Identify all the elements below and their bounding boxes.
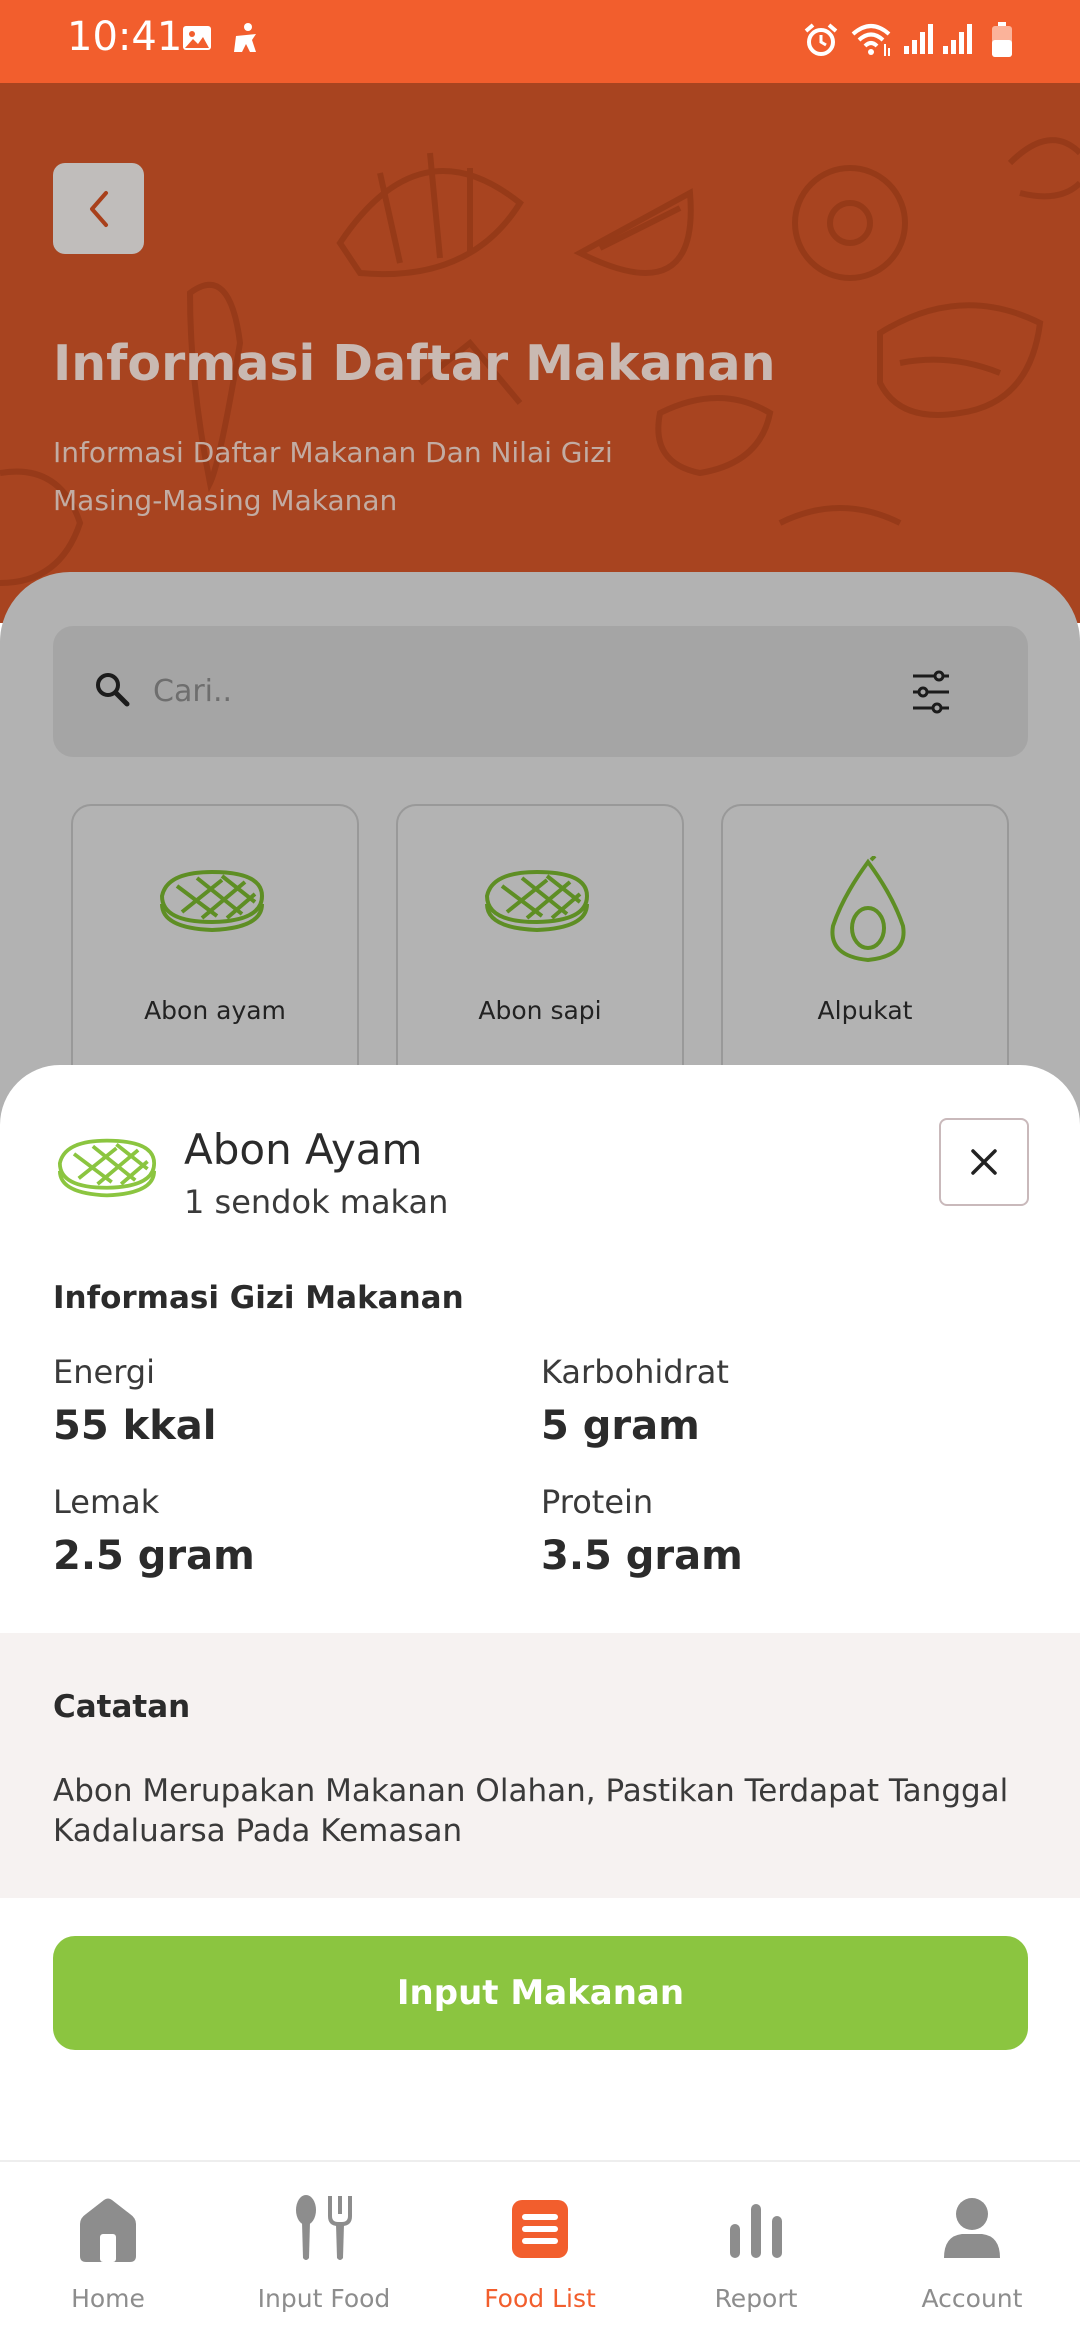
nav-item-report[interactable]: Report bbox=[648, 2162, 864, 2340]
filter-icon[interactable] bbox=[911, 670, 951, 714]
header: Informasi Daftar Makanan Informasi Dafta… bbox=[0, 83, 1080, 623]
input-makanan-button[interactable]: Input Makanan bbox=[53, 1936, 1028, 2050]
status-bar: 10:41 bbox=[0, 0, 1080, 83]
nutrient-label-karbohidrat: Karbohidrat bbox=[541, 1353, 729, 1391]
wifi-icon bbox=[851, 24, 891, 56]
notes-heading: Catatan bbox=[53, 1689, 191, 1725]
bar-chart-icon bbox=[730, 2204, 782, 2258]
nutrient-value-karbohidrat: 5 gram bbox=[541, 1403, 700, 1449]
food-portion: 1 sendok makan bbox=[184, 1183, 449, 1221]
battery-icon bbox=[992, 22, 1012, 57]
close-button[interactable] bbox=[939, 1118, 1029, 1206]
steak-icon bbox=[57, 1138, 157, 1198]
page-title: Informasi Daftar Makanan bbox=[53, 335, 776, 392]
nutrition-heading: Informasi Gizi Makanan bbox=[53, 1280, 464, 1316]
close-icon bbox=[971, 1149, 997, 1175]
nutrient-value-protein: 3.5 gram bbox=[541, 1533, 743, 1579]
accessibility-icon bbox=[234, 23, 256, 52]
notes-text: Abon Merupakan Makanan Olahan, Pastikan … bbox=[53, 1773, 1009, 1849]
status-time: 10:41 bbox=[67, 14, 183, 60]
food-card-label: Abon sapi bbox=[478, 996, 602, 1025]
nutrient-value-lemak: 2.5 gram bbox=[53, 1533, 255, 1579]
nav-label: Account bbox=[921, 2284, 1023, 2313]
food-detail-sheet: Abon Ayam 1 sendok makan Informasi Gizi … bbox=[0, 1065, 1080, 2160]
page-subtitle: Informasi Daftar Makanan Dan Nilai Gizi … bbox=[53, 436, 613, 517]
gallery-icon bbox=[183, 26, 211, 50]
signal-icon-2 bbox=[943, 24, 972, 54]
cutlery-icon bbox=[296, 2195, 352, 2260]
nav-label: Home bbox=[71, 2284, 145, 2313]
nav-item-home[interactable]: Home bbox=[0, 2162, 216, 2340]
food-card-label: Alpukat bbox=[817, 996, 913, 1025]
nutrient-label-energi: Energi bbox=[53, 1353, 155, 1391]
alarm-icon bbox=[804, 23, 838, 56]
search-bar bbox=[53, 626, 1028, 757]
steak-icon bbox=[484, 869, 590, 933]
chevron-left-icon bbox=[89, 190, 108, 227]
bottom-nav: Home Input Food Food List Report Account bbox=[0, 2160, 1080, 2340]
food-card-abon-sapi[interactable]: Abon sapi bbox=[396, 804, 684, 1094]
nutrient-label-lemak: Lemak bbox=[53, 1483, 160, 1521]
nav-label: Input Food bbox=[257, 2284, 391, 2313]
back-button[interactable] bbox=[53, 163, 144, 254]
search-icon bbox=[96, 673, 130, 707]
nutrient-label-protein: Protein bbox=[541, 1483, 654, 1521]
person-icon bbox=[944, 2198, 1000, 2258]
search-input[interactable] bbox=[153, 660, 853, 722]
nav-item-food-list[interactable]: Food List bbox=[432, 2162, 648, 2340]
nav-label: Food List bbox=[484, 2284, 596, 2313]
nav-item-input-food[interactable]: Input Food bbox=[216, 2162, 432, 2340]
food-name: Abon Ayam bbox=[184, 1125, 423, 1174]
nutrient-value-energi: 55 kkal bbox=[53, 1403, 217, 1449]
avocado-icon bbox=[830, 856, 906, 963]
list-icon bbox=[512, 2200, 568, 2258]
home-icon bbox=[80, 2198, 136, 2262]
nav-label: Report bbox=[714, 2284, 798, 2313]
food-card-label: Abon ayam bbox=[144, 996, 286, 1025]
signal-icon bbox=[904, 24, 933, 54]
food-card-abon-ayam[interactable]: Abon ayam bbox=[71, 804, 359, 1094]
steak-icon bbox=[159, 869, 265, 933]
notes-section: Catatan Abon Merupakan Makanan Olahan, P… bbox=[0, 1633, 1080, 1898]
nav-item-account[interactable]: Account bbox=[864, 2162, 1080, 2340]
food-card-alpukat[interactable]: Alpukat bbox=[721, 804, 1009, 1094]
